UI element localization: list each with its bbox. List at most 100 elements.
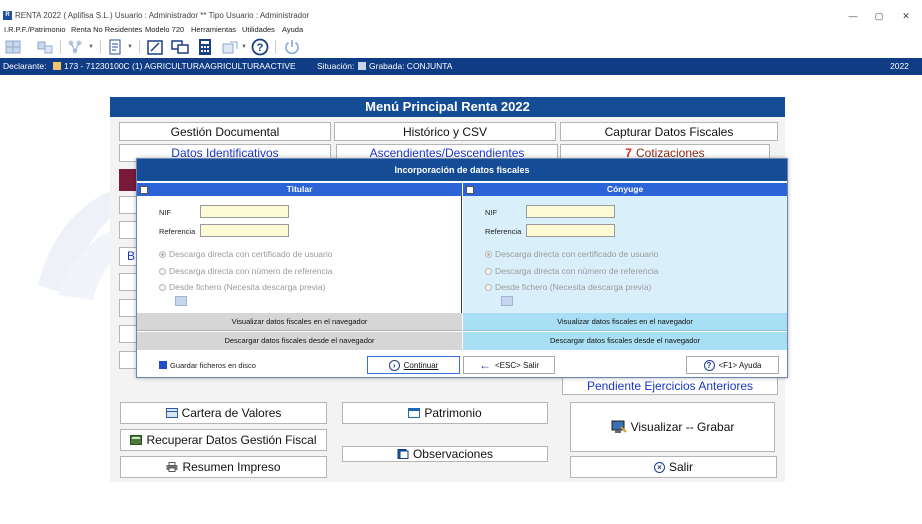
edit-calendar-icon[interactable] — [146, 38, 164, 56]
salir-main-label: Salir — [668, 460, 693, 474]
f1-ayuda-button[interactable]: ? <F1> Ayuda — [686, 356, 779, 374]
resumen-impreso-label: Resumen Impreso — [182, 460, 281, 474]
cartera-valores-button[interactable]: Cartera de Valores — [120, 402, 327, 424]
arrow-right-circle-icon: › — [388, 359, 400, 371]
cartera-valores-label: Cartera de Valores — [181, 406, 282, 420]
hidden-menu-item[interactable] — [119, 299, 137, 317]
titular-descargar-button[interactable]: Descargar datos fiscales desde el navega… — [137, 332, 462, 350]
status-icon — [358, 62, 366, 70]
minimize-button[interactable]: — — [840, 9, 866, 23]
hidden-menu-item[interactable] — [119, 196, 137, 214]
radio-dot — [485, 267, 492, 275]
conyuge-checkbox[interactable] — [466, 186, 474, 194]
radio-dot — [159, 267, 166, 275]
conyuge-referencia-input[interactable] — [526, 224, 615, 237]
hidden-menu-item-b[interactable]: B — [119, 247, 137, 266]
window-title: RENTA 2022 ( Aplifisa S.L.) Usuario : Ad… — [15, 11, 310, 20]
arrow-left-icon: ← — [478, 358, 491, 372]
notes-icon — [397, 449, 409, 459]
help-circle-icon: ? — [703, 359, 715, 371]
network-icon[interactable] — [66, 38, 84, 56]
hidden-menu-item[interactable] — [119, 273, 137, 291]
declarante-label: Declarante: — [3, 61, 47, 71]
dialog-title: Incorporación de datos fiscales — [137, 159, 787, 181]
chevron-down-icon[interactable]: ▼ — [88, 44, 94, 50]
declarante-bar: Declarante: 173 - 71230100C (1) AGRICULT… — [0, 58, 922, 75]
toolbar: ▼ ▼ ▼ ? — [0, 36, 922, 58]
titular-checkbox[interactable] — [140, 186, 148, 194]
titular-panel: NIF Referencia Descarga directa con cert… — [137, 196, 462, 313]
print-icon — [166, 462, 178, 472]
help-icon[interactable]: ? — [251, 38, 269, 56]
conyuge-folder-icon[interactable] — [501, 296, 513, 306]
conyuge-radio-certificado[interactable]: Descarga directa con certificado de usua… — [485, 249, 658, 259]
app-icon: R — [3, 11, 12, 20]
calculator-icon[interactable] — [196, 38, 214, 56]
hidden-menu-item[interactable] — [119, 351, 137, 369]
monitors-icon[interactable] — [171, 38, 189, 56]
titular-radio-fichero[interactable]: Desde fichero (Necesita descarga previa) — [159, 282, 325, 292]
conyuge-header-label: Cónyuge — [606, 184, 644, 194]
menu-renta-no-residentes[interactable]: Renta No Residentes — [71, 25, 142, 34]
salir-main-button[interactable]: × Salir — [570, 456, 777, 478]
chevron-down-icon[interactable]: ▼ — [127, 44, 133, 50]
patrimonio-button[interactable]: Patrimonio — [342, 402, 548, 424]
recuperar-datos-button[interactable]: Recuperar Datos Gestión Fiscal — [120, 429, 327, 451]
titular-radio-referencia[interactable]: Descarga directa con número de referenci… — [159, 266, 332, 276]
table-icon — [165, 408, 178, 418]
f1-ayuda-label: <F1> Ayuda — [718, 360, 762, 370]
gestion-documental-button[interactable]: Gestión Documental — [119, 122, 331, 141]
conyuge-opt3-label: Desde fichero (Necesita descarga previa) — [495, 282, 652, 292]
titular-referencia-input[interactable] — [200, 224, 289, 237]
radio-dot — [159, 283, 166, 291]
continuar-button[interactable]: › Continuar — [367, 356, 460, 374]
power-icon[interactable] — [283, 38, 301, 56]
observaciones-button[interactable]: Observaciones — [342, 446, 548, 462]
titular-folder-icon[interactable] — [175, 296, 187, 306]
transfer-icon[interactable] — [36, 38, 54, 56]
radio-dot — [485, 283, 492, 291]
guardar-checkbox[interactable] — [159, 361, 167, 369]
close-circle-icon: × — [653, 461, 665, 473]
titular-opt3-label: Desde fichero (Necesita descarga previa) — [169, 282, 326, 292]
conyuge-visualizar-button[interactable]: Visualizar datos fiscales en el navegado… — [463, 313, 787, 331]
conyuge-panel: NIF Referencia Descarga directa con cert… — [463, 196, 787, 313]
titular-nif-label: NIF — [159, 208, 172, 217]
visualizar-grabar-label: Visualizar -- Grabar — [630, 420, 735, 434]
menu-herramientas[interactable]: Herramientas — [191, 25, 236, 34]
titular-radio-certificado[interactable]: Descarga directa con certificado de usua… — [159, 249, 332, 259]
hidden-menu-item[interactable] — [119, 325, 137, 343]
svg-text:?: ? — [257, 42, 264, 54]
chevron-down-icon[interactable]: ▼ — [241, 44, 247, 50]
export-icon[interactable] — [221, 38, 239, 56]
capturar-datos-fiscales-button[interactable]: Capturar Datos Fiscales — [560, 122, 778, 141]
menu-utilidades[interactable]: Utilidades — [242, 25, 275, 34]
conyuge-radio-fichero[interactable]: Desde fichero (Necesita descarga previa) — [485, 282, 651, 292]
database-icon — [130, 435, 143, 445]
menu-modelo-720[interactable]: Modelo 720 — [145, 25, 184, 34]
conyuge-opt1-label: Descarga directa con certificado de usua… — [495, 249, 659, 259]
conyuge-radio-referencia[interactable]: Descarga directa con número de referenci… — [485, 266, 658, 276]
conyuge-opt2-label: Descarga directa con número de referenci… — [495, 266, 659, 276]
close-button[interactable]: ✕ — [893, 9, 919, 23]
document-icon[interactable] — [106, 38, 124, 56]
hidden-menu-item[interactable] — [119, 221, 137, 239]
pendiente-ejercicios-button[interactable]: Pendiente Ejercicios Anteriores — [562, 376, 778, 395]
maximize-button[interactable]: ▢ — [866, 9, 892, 23]
esc-salir-button[interactable]: ← <ESC> Salir — [463, 356, 555, 374]
titular-visualizar-button[interactable]: Visualizar datos fiscales en el navegado… — [137, 313, 462, 331]
conyuge-descargar-button[interactable]: Descargar datos fiscales desde el navega… — [463, 332, 787, 350]
resumen-impreso-button[interactable]: Resumen Impreso — [120, 456, 327, 478]
conyuge-nif-label: NIF — [485, 208, 498, 217]
titular-nif-input[interactable] — [200, 205, 289, 218]
recuperar-datos-label: Recuperar Datos Gestión Fiscal — [146, 433, 317, 447]
radio-dot — [159, 250, 166, 258]
menu-irpf[interactable]: I.R.P.F./Patrimonio — [4, 25, 66, 34]
grid-icon[interactable] — [4, 38, 22, 56]
titular-header-label: Titular — [286, 184, 313, 194]
hidden-menu-item[interactable] — [119, 169, 137, 191]
menu-ayuda[interactable]: Ayuda — [282, 25, 303, 34]
conyuge-nif-input[interactable] — [526, 205, 615, 218]
visualizar-grabar-button[interactable]: Visualizar -- Grabar — [570, 402, 775, 452]
historico-csv-button[interactable]: Histórico y CSV — [334, 122, 556, 141]
